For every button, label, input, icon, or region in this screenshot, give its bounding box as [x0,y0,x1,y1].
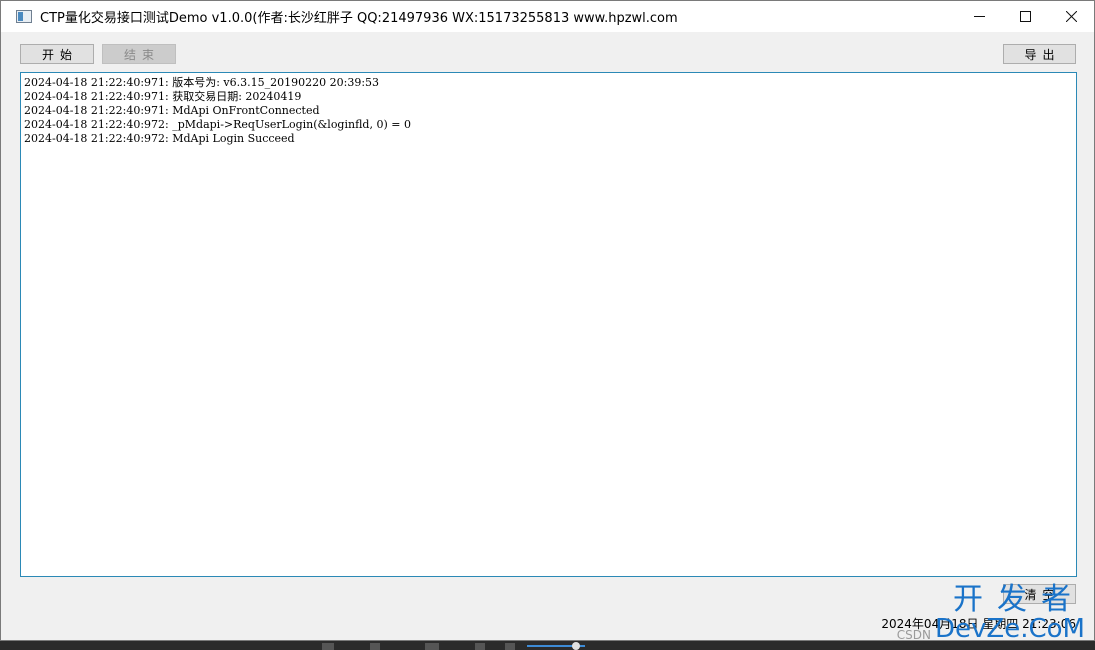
app-icon [16,10,32,23]
minimize-button[interactable] [956,1,1002,32]
log-line: 2024-04-18 21:22:40:971: 版本号为: v6.3.15_2… [24,76,380,89]
stop-button[interactable]: 结束 [102,44,176,64]
volume-icon[interactable] [505,643,515,650]
media-rewind-icon[interactable] [370,643,380,650]
title-bar[interactable]: CTP量化交易接口测试Demo v1.0.0(作者:长沙红胖子 QQ:21497… [1,1,1094,32]
log-line: 2024-04-18 21:22:40:971: MdApi OnFrontCo… [24,104,320,117]
window-controls [956,1,1094,32]
status-datetime: 2024年04月18日 星期四 21:23:06 [881,617,1076,631]
log-line: 2024-04-18 21:22:40:972: MdApi Login Suc… [24,132,295,145]
log-line: 2024-04-18 21:22:40:972: _pMdapi->ReqUse… [24,118,411,131]
main-window: CTP量化交易接口测试Demo v1.0.0(作者:长沙红胖子 QQ:21497… [0,0,1095,641]
start-button[interactable]: 开始 [20,44,94,64]
log-output[interactable]: 2024-04-18 21:22:40:971: 版本号为: v6.3.15_2… [20,72,1077,577]
maximize-button[interactable] [1002,1,1048,32]
close-button[interactable] [1048,1,1094,32]
media-forward-icon[interactable] [475,643,485,650]
maximize-icon [1019,11,1031,22]
volume-slider-knob[interactable] [572,642,580,650]
window-title: CTP量化交易接口测试Demo v1.0.0(作者:长沙红胖子 QQ:21497… [40,11,678,26]
minimize-icon [973,16,985,17]
export-button[interactable]: 导出 [1003,44,1076,64]
media-prev-icon[interactable] [322,643,334,650]
media-play-icon[interactable] [425,643,439,650]
media-taskbar [0,641,1095,650]
clear-button[interactable]: 清空 [1003,584,1076,604]
close-icon [1065,11,1077,22]
log-line: 2024-04-18 21:22:40:971: 获取交易日期: 2024041… [24,90,302,103]
